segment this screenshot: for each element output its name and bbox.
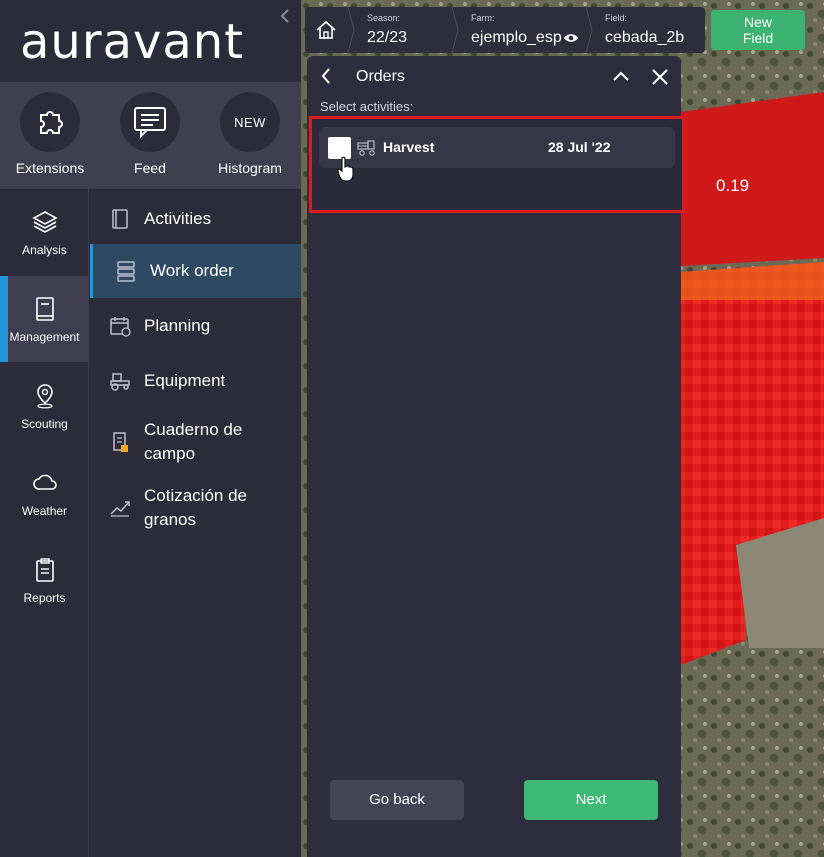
home-button[interactable]	[305, 7, 347, 53]
activity-date: 28 Jul '22	[548, 139, 611, 155]
submenu-label-planning: Planning	[144, 316, 211, 335]
collapse-panel-chevron-icon[interactable]	[611, 68, 631, 84]
season-label: Season:	[367, 13, 401, 23]
farm-value: ejemplo_esp	[471, 29, 562, 46]
season-selector[interactable]: Season: 22/23	[355, 7, 451, 53]
sidebar: auravant Extensions Feed NEW Histogram A…	[0, 0, 301, 857]
puzzle-icon	[20, 92, 80, 152]
logo-area: auravant	[0, 0, 301, 82]
tractor-icon	[108, 371, 132, 391]
home-icon	[316, 20, 336, 39]
breadcrumb-separator	[347, 6, 355, 54]
orders-panel-header: Orders	[307, 56, 681, 96]
go-back-button[interactable]: Go back	[330, 780, 464, 820]
new-field-button[interactable]: New Field	[711, 10, 805, 50]
nav-item-management[interactable]: Management	[0, 276, 89, 362]
nav-item-reports[interactable]: Reports	[0, 537, 89, 623]
feed-button[interactable]: Feed	[105, 92, 195, 176]
submenu-item-cotizacion-de-granos[interactable]: Cotización de granos	[90, 483, 301, 533]
management-submenu: Activities Work order Planning Equipment…	[90, 189, 301, 857]
notebook-icon	[0, 296, 89, 322]
chat-icon	[120, 92, 180, 152]
season-value: 22/23	[367, 29, 408, 46]
map-value-label: 0.19	[716, 176, 750, 195]
calendar-icon	[108, 315, 132, 337]
eye-icon[interactable]	[563, 31, 579, 49]
submenu-label-cuaderno-de-campo: Cuaderno de campo	[144, 420, 243, 463]
layers-icon	[0, 209, 89, 235]
field-selector[interactable]: Field: cebada_2b	[593, 7, 703, 53]
activity-row[interactable]: Harvest 28 Jul '22	[319, 127, 675, 168]
quick-actions-row: Extensions Feed NEW Histogram	[0, 82, 301, 189]
new-badge-text: NEW	[234, 114, 266, 130]
field-label: Field:	[605, 13, 628, 23]
orders-panel: Orders Select activities: Harvest 28 Jul…	[307, 56, 685, 857]
cloud-icon	[0, 470, 89, 496]
activities-list: Harvest 28 Jul '22	[309, 116, 685, 213]
clipboard-icon	[0, 557, 89, 583]
nav-label-weather: Weather	[21, 504, 68, 518]
book-icon	[108, 208, 132, 230]
nav-label-analysis: Analysis	[22, 243, 67, 257]
activity-name: Harvest	[383, 139, 435, 155]
nav-label-scouting: Scouting	[21, 417, 68, 431]
new-badge: NEW	[220, 92, 280, 152]
submenu-item-equipment[interactable]: Equipment	[90, 365, 301, 397]
farm-selector[interactable]: Farm: ejemplo_esp	[459, 7, 585, 53]
activity-checkbox[interactable]	[328, 137, 351, 159]
breadcrumb-separator	[451, 6, 459, 54]
primary-nav: Analysis Management Scouting Weather Rep…	[0, 189, 89, 857]
breadcrumb-separator	[585, 6, 593, 54]
submenu-label-cotizacion-de-granos: Cotización de granos	[144, 486, 248, 529]
context-breadcrumb-bar: Season: 22/23 Farm: ejemplo_esp Field: c…	[305, 6, 705, 54]
next-button[interactable]: Next	[524, 780, 658, 820]
submenu-item-cuaderno-de-campo[interactable]: Cuaderno de campo	[90, 417, 301, 467]
nav-item-scouting[interactable]: Scouting	[0, 363, 89, 449]
chart-trend-icon	[108, 498, 132, 518]
submenu-item-work-order[interactable]: Work order	[90, 244, 301, 298]
field-value: cebada_2b	[605, 29, 685, 46]
orders-panel-title: Orders	[356, 68, 405, 85]
nav-item-weather[interactable]: Weather	[0, 450, 89, 536]
nav-label-management: Management	[9, 330, 80, 344]
nav-label-reports: Reports	[23, 591, 66, 605]
submenu-label-equipment: Equipment	[144, 371, 226, 390]
farm-label: Farm:	[471, 13, 495, 23]
collapse-sidebar-chevron-icon[interactable]	[279, 8, 295, 24]
histogram-button[interactable]: NEW Histogram	[205, 92, 295, 176]
extensions-label: Extensions	[15, 160, 85, 176]
feed-label: Feed	[134, 160, 166, 176]
field-notebook-icon	[108, 431, 132, 453]
submenu-label-work-order: Work order	[150, 261, 234, 280]
nav-item-analysis[interactable]: Analysis	[0, 189, 89, 275]
histogram-label: Histogram	[218, 160, 282, 176]
map-pin-icon	[0, 383, 89, 409]
submenu-item-planning[interactable]: Planning	[90, 310, 301, 342]
submenu-item-activities[interactable]: Activities	[90, 203, 301, 235]
back-chevron-icon[interactable]	[319, 66, 333, 86]
server-icon	[114, 260, 138, 282]
submenu-label-activities: Activities	[144, 209, 212, 228]
select-activities-label: Select activities:	[320, 99, 414, 114]
extensions-button[interactable]: Extensions	[5, 92, 95, 176]
app-logo: auravant	[20, 14, 245, 70]
harvester-icon	[357, 140, 377, 156]
close-icon[interactable]	[651, 68, 669, 86]
